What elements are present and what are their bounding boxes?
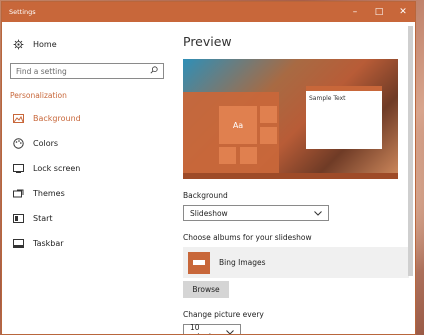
sidebar-item-themes[interactable]: Themes (2, 181, 170, 206)
album-thumbnail (188, 251, 210, 274)
sidebar-item-label: Colors (33, 139, 59, 148)
sidebar-item-start[interactable]: Start (2, 206, 170, 231)
change-every-value: 10 minutes (190, 323, 220, 334)
settings-window: Settings – □ ✕ Home Find a setting Perso… (1, 1, 416, 335)
preview-tile (260, 106, 277, 123)
palette-icon (12, 138, 24, 150)
lock-screen-icon (12, 163, 24, 175)
chevron-down-icon (226, 328, 234, 334)
background-dropdown[interactable]: Slideshow (183, 205, 329, 221)
preview-sample-text: Sample Text (309, 95, 346, 102)
scrollbar[interactable] (408, 26, 413, 276)
albums-label: Choose albums for your slideshow (183, 233, 312, 242)
minimize-button[interactable]: – (343, 2, 367, 22)
preview-tile (240, 147, 257, 164)
sidebar-item-background[interactable]: Background (2, 106, 170, 131)
maximize-button[interactable]: □ (367, 2, 391, 22)
album-name: Bing Images (219, 258, 266, 267)
sidebar-item-label: Taskbar (33, 239, 64, 248)
start-icon (12, 213, 24, 225)
home-label: Home (33, 40, 57, 49)
sidebar-item-label: Themes (33, 189, 65, 198)
sidebar-item-label: Background (33, 114, 81, 123)
change-every-label: Change picture every (183, 310, 264, 319)
chevron-down-icon (314, 209, 322, 218)
search-placeholder: Find a setting (16, 66, 67, 76)
preview-tile-large: Aa (219, 106, 257, 144)
search-input[interactable]: Find a setting (10, 63, 164, 79)
search-icon (150, 66, 158, 76)
themes-icon (12, 188, 24, 200)
preview-tile-text: Aa (232, 120, 244, 130)
change-every-dropdown[interactable]: 10 minutes (183, 323, 241, 334)
main-panel: Preview Aa Sample Text Background Slides… (170, 22, 415, 334)
picture-icon (12, 113, 24, 125)
background-preview: Aa Sample Text (183, 59, 398, 179)
page-title: Preview (183, 34, 232, 49)
sidebar: Home Find a setting Personalization Back… (2, 22, 170, 334)
sidebar-item-colors[interactable]: Colors (2, 131, 170, 156)
title-bar: Settings – □ ✕ (2, 2, 415, 22)
taskbar-icon (12, 238, 24, 250)
close-button[interactable]: ✕ (391, 2, 415, 22)
section-label: Personalization (10, 91, 67, 100)
sidebar-item-label: Start (33, 214, 53, 223)
window-title: Settings (9, 8, 36, 16)
preview-tile (260, 127, 277, 144)
sidebar-item-lock-screen[interactable]: Lock screen (2, 156, 170, 181)
preview-tile (219, 147, 236, 164)
preview-sample-window: Sample Text (306, 86, 382, 149)
sidebar-item-label: Lock screen (33, 164, 81, 173)
background-label: Background (183, 191, 228, 200)
settings-content: Home Find a setting Personalization Back… (2, 22, 415, 334)
background-dropdown-value: Slideshow (190, 208, 228, 218)
gear-icon (12, 39, 24, 51)
home-nav-item[interactable]: Home (2, 32, 170, 57)
browse-button[interactable]: Browse (183, 281, 229, 298)
album-item[interactable]: Bing Images (183, 247, 409, 278)
sidebar-item-taskbar[interactable]: Taskbar (2, 231, 170, 256)
preview-taskbar (183, 173, 398, 179)
